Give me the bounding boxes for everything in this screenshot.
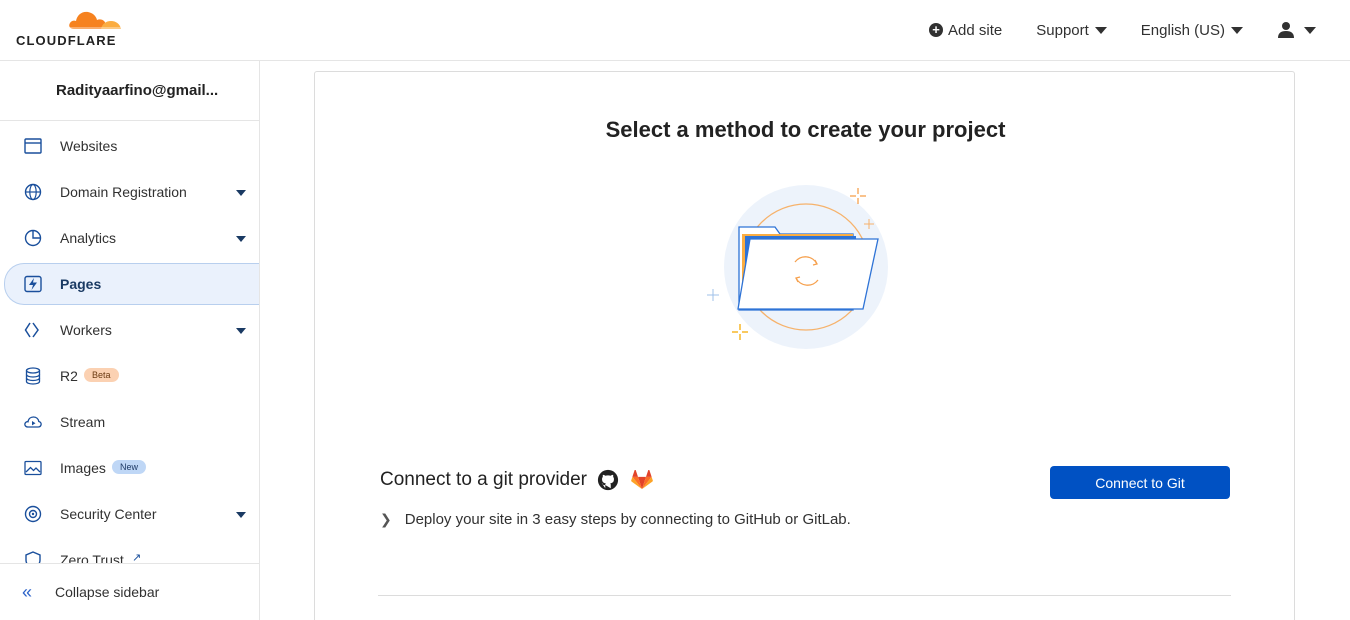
user-icon xyxy=(1278,22,1294,38)
sidebar-item-label: Domain Registration xyxy=(60,184,187,200)
workers-icon xyxy=(24,322,39,338)
cloud-play-icon xyxy=(24,416,42,428)
sidebar-item-pages[interactable]: Pages xyxy=(4,263,259,305)
browser-window-icon xyxy=(24,138,42,154)
sidebar-item-r2[interactable]: R2 Beta xyxy=(0,355,259,397)
collapse-sidebar-button[interactable]: « Collapse sidebar xyxy=(0,563,259,620)
sidebar-item-label: R2 xyxy=(60,368,78,384)
caret-down-icon xyxy=(1231,26,1243,34)
support-label: Support xyxy=(1036,21,1089,39)
security-center-icon xyxy=(24,505,42,523)
caret-down-icon[interactable] xyxy=(236,236,246,242)
brand-wordmark: CLOUDFLARE xyxy=(16,33,117,48)
caret-down-icon xyxy=(1304,26,1316,34)
sidebar-item-stream[interactable]: Stream xyxy=(0,401,259,443)
sidebar-item-images[interactable]: Images New xyxy=(0,447,259,489)
image-icon xyxy=(24,460,42,476)
sidebar-item-label: Stream xyxy=(60,414,106,430)
page-title: Select a method to create your project xyxy=(605,117,1006,142)
section-divider xyxy=(378,595,1231,596)
top-nav: + Add site Support English (US) xyxy=(929,0,1350,60)
sidebar-nav: Websites Domain Registration Analytics P… xyxy=(0,125,259,585)
sidebar-item-label: Analytics xyxy=(60,230,117,246)
github-icon xyxy=(597,469,619,491)
sidebar-item-analytics[interactable]: Analytics xyxy=(0,217,259,259)
folder-sync-illustration-icon xyxy=(707,185,888,349)
account-name[interactable]: Radityaarfino@gmail... xyxy=(0,61,259,121)
sidebar-item-label: Websites xyxy=(60,138,118,154)
git-steps-description: Deploy your site in 3 easy steps by conn… xyxy=(404,511,851,528)
add-site-label: Add site xyxy=(948,21,1003,39)
language-dropdown[interactable]: English (US) xyxy=(1141,22,1243,39)
sidebar-item-websites[interactable]: Websites xyxy=(0,125,259,167)
chevron-right-icon: ❯ xyxy=(380,511,392,527)
git-steps-expander[interactable]: ❯ Deploy your site in 3 easy steps by co… xyxy=(380,511,851,528)
language-label: English (US) xyxy=(1140,21,1225,39)
git-provider-heading: Connect to a git provider xyxy=(380,469,588,490)
caret-down-icon[interactable] xyxy=(236,190,246,196)
sidebar-item-workers[interactable]: Workers xyxy=(0,309,259,351)
new-badge: New xyxy=(112,460,147,474)
sidebar: Radityaarfino@gmail... Websites Domain R… xyxy=(0,61,260,620)
double-chevron-left-icon: « xyxy=(22,581,33,602)
cloudflare-logo[interactable]: CLOUDFLARE xyxy=(16,8,126,48)
caret-down-icon[interactable] xyxy=(236,512,246,518)
plus-circle-icon: + xyxy=(929,23,944,37)
sidebar-item-label: Pages xyxy=(60,276,102,292)
sidebar-item-label: Security Center xyxy=(60,506,157,522)
git-provider-section: Connect to a git provider xyxy=(380,469,653,491)
sidebar-item-label: Workers xyxy=(60,322,112,338)
connect-to-git-button[interactable]: Connect to Git xyxy=(1050,466,1230,499)
cloud-logo-icon xyxy=(69,11,122,30)
sidebar-item-label: Images xyxy=(60,460,106,476)
lightning-bolt-icon xyxy=(24,275,42,293)
pie-chart-icon xyxy=(24,229,42,247)
beta-badge: Beta xyxy=(84,368,119,382)
create-project-card: Select a method to create your project C… xyxy=(314,71,1295,620)
globe-icon xyxy=(24,183,42,201)
gitlab-icon xyxy=(631,470,653,490)
sidebar-item-domain-registration[interactable]: Domain Registration xyxy=(0,171,259,213)
top-header: CLOUDFLARE + Add site Support English (U… xyxy=(0,0,1350,61)
database-icon xyxy=(25,367,41,385)
add-site-button[interactable]: + Add site xyxy=(929,22,1002,39)
sidebar-item-security-center[interactable]: Security Center xyxy=(0,493,259,535)
caret-down-icon[interactable] xyxy=(236,328,246,334)
caret-down-icon xyxy=(1094,26,1107,34)
support-dropdown[interactable]: Support xyxy=(1036,22,1107,39)
collapse-sidebar-label: Collapse sidebar xyxy=(55,584,160,600)
user-menu[interactable] xyxy=(1277,21,1316,39)
